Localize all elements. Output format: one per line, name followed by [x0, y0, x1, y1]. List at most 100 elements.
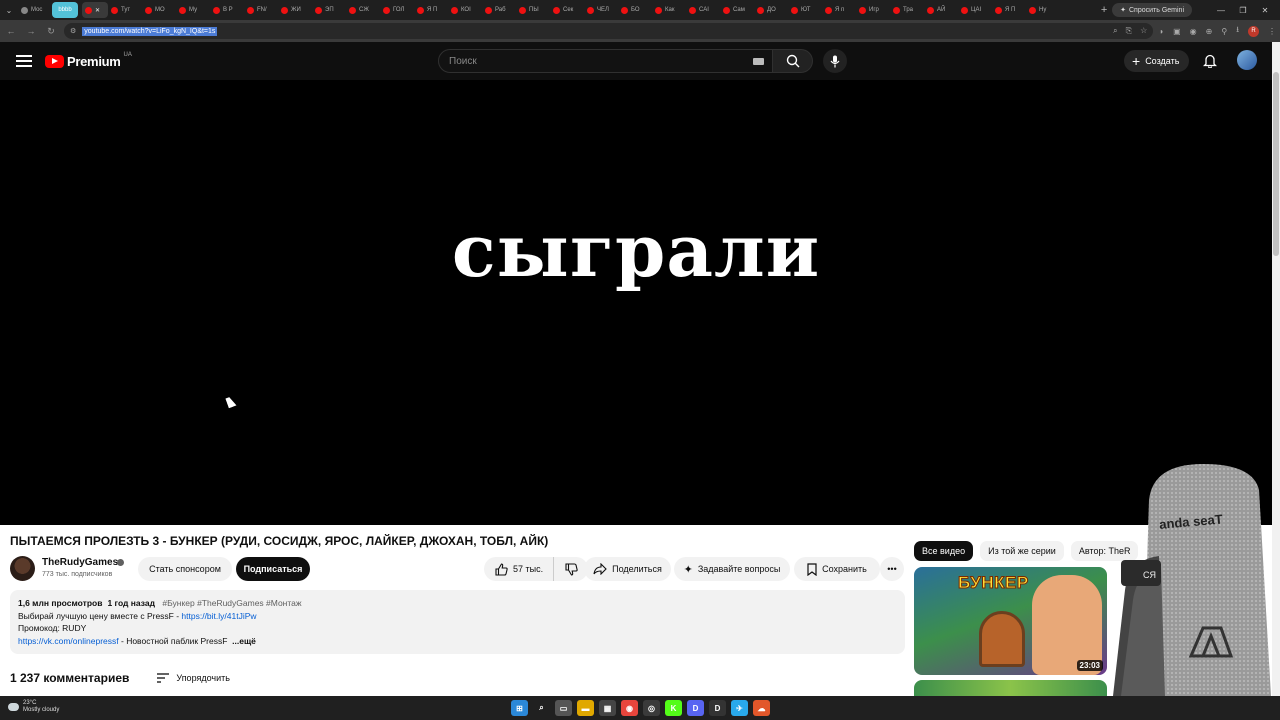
notifications-bell-icon[interactable]	[1203, 53, 1217, 68]
browser-tab[interactable]: ЭП	[312, 2, 346, 18]
cloud-app-icon[interactable]: ☁	[753, 700, 770, 716]
hashtags[interactable]: #Бункер #TheRudyGames #Монтаж	[162, 598, 301, 608]
dislike-button[interactable]	[554, 562, 588, 576]
telegram-icon[interactable]: ✈	[731, 700, 748, 716]
browser-tab[interactable]: ЧЕЛ	[584, 2, 618, 18]
discord-icon[interactable]: D	[687, 700, 704, 716]
video-player[interactable]: сыграли	[0, 80, 1272, 525]
ask-questions-button[interactable]: ✦ Задавайте вопросы	[674, 557, 790, 581]
browser-tab[interactable]: ГОЛ	[380, 2, 414, 18]
browser-tab[interactable]: ЖИ	[278, 2, 312, 18]
search-icon[interactable]: ⌕	[533, 700, 550, 716]
chip-all-videos[interactable]: Все видео	[914, 541, 974, 561]
recommended-video-thumbnail[interactable]	[914, 680, 1107, 696]
weather-widget[interactable]: 23°C Mostly cloudy	[8, 700, 59, 714]
keyboard-icon[interactable]	[753, 58, 764, 65]
browser-tab[interactable]: FN/	[244, 2, 278, 18]
browser-tab[interactable]: Сек	[550, 2, 584, 18]
browser-tab[interactable]: КОІ	[448, 2, 482, 18]
description-link[interactable]: https://vk.com/onlinepressf	[18, 636, 119, 646]
show-more-button[interactable]: ...ещё	[232, 636, 256, 646]
like-button[interactable]: 57 тыс.	[484, 557, 554, 581]
description-link[interactable]: https://bit.ly/41tJiPw	[181, 611, 256, 621]
browser-tab[interactable]: ЮТ	[788, 2, 822, 18]
forward-icon[interactable]: →	[24, 26, 38, 36]
browser-tab[interactable]: МО	[142, 2, 176, 18]
more-menu-icon[interactable]: ⋮	[1268, 27, 1276, 36]
store-icon[interactable]: ▦	[599, 700, 616, 716]
extension-icon[interactable]: ◉	[1190, 27, 1197, 36]
browser-tab[interactable]: БО	[618, 2, 652, 18]
ask-gemini-button[interactable]: ✦ Спросить Gemini	[1112, 3, 1192, 17]
sort-button[interactable]: Упорядочить	[157, 673, 230, 683]
browser-tab[interactable]: Игр	[856, 2, 890, 18]
browser-tab[interactable]: Тра	[890, 2, 924, 18]
browser-tab[interactable]: Раб	[482, 2, 516, 18]
active-tab[interactable]: ✕	[82, 2, 108, 18]
puzzle-icon[interactable]: ⚲	[1221, 27, 1227, 36]
search-button[interactable]	[773, 49, 813, 73]
kick-icon[interactable]: K	[665, 700, 682, 716]
channel-avatar[interactable]	[10, 556, 35, 581]
minimize-icon[interactable]: —	[1210, 6, 1232, 15]
bookmark-star-icon[interactable]: ☆	[1140, 26, 1147, 36]
browser-tab[interactable]: bbbb	[52, 2, 78, 18]
browser-tab[interactable]: В Р	[210, 2, 244, 18]
install-icon[interactable]: ⎘	[1126, 26, 1132, 36]
address-bar[interactable]: ⚙ youtube.com/watch?v=LiFo_kgN_IQ&t=1s ⌕…	[64, 23, 1154, 39]
recommended-video-thumbnail[interactable]: БУНКЕР 23:03	[914, 567, 1107, 675]
site-info-icon[interactable]: ⚙	[70, 27, 76, 35]
voice-search-button[interactable]	[823, 49, 847, 73]
search-input[interactable]: Поиск	[438, 49, 773, 73]
extension-icon[interactable]: ▣	[1173, 27, 1181, 36]
close-tab-icon[interactable]: ✕	[95, 7, 100, 14]
file-explorer-icon[interactable]: ▬	[577, 700, 594, 716]
browser-tab[interactable]: Как	[652, 2, 686, 18]
browser-tab[interactable]: Ну	[1026, 2, 1060, 18]
share-button[interactable]: Поделиться	[584, 557, 671, 581]
browser-tab[interactable]: Мос	[18, 2, 52, 18]
save-button[interactable]: Сохранить	[794, 557, 880, 581]
windows-start-icon[interactable]: ⊞	[511, 700, 528, 716]
chip-same-series[interactable]: Из той же серии	[980, 541, 1064, 561]
extension-icon[interactable]: ◗	[1159, 27, 1164, 36]
account-avatar[interactable]	[1237, 50, 1257, 70]
browser-tab[interactable]: ЦАІ	[958, 2, 992, 18]
back-icon[interactable]: ←	[4, 26, 18, 36]
join-button[interactable]: Стать спонсором	[138, 557, 232, 581]
browser-tab[interactable]: ДО	[754, 2, 788, 18]
subscribe-button[interactable]: Подписаться	[236, 557, 310, 581]
profile-avatar[interactable]: R	[1248, 25, 1259, 37]
browser-tab[interactable]: Я п	[822, 2, 856, 18]
create-button[interactable]: + Создать	[1124, 50, 1190, 72]
url-text[interactable]: youtube.com/watch?v=LiFo_kgN_IQ&t=1s	[82, 26, 218, 36]
browser-tab[interactable]: САІ	[686, 2, 720, 18]
davinci-icon[interactable]: D	[709, 700, 726, 716]
scrollbar-thumb[interactable]	[1273, 72, 1279, 256]
chrome-icon[interactable]: ◉	[621, 700, 638, 716]
extension-icon[interactable]: ⊕	[1206, 27, 1213, 36]
more-actions-icon[interactable]: •••	[880, 557, 904, 581]
browser-tab[interactable]: Му	[176, 2, 210, 18]
reload-icon[interactable]: ↻	[44, 26, 58, 37]
close-icon[interactable]: ✕	[1254, 6, 1276, 15]
description-box[interactable]: 1,6 млн просмотров 1 год назад #Бункер #T…	[10, 590, 905, 654]
youtube-logo[interactable]: Premium UA	[45, 52, 132, 69]
channel-name[interactable]: TheRudyGames	[42, 557, 118, 568]
browser-tab[interactable]: СЖ	[346, 2, 380, 18]
menu-icon[interactable]	[16, 55, 32, 67]
browser-tab[interactable]: АЙ	[924, 2, 958, 18]
browser-tab[interactable]: Сам	[720, 2, 754, 18]
browser-tab[interactable]: ПЫ	[516, 2, 550, 18]
restore-icon[interactable]: ❐	[1232, 6, 1254, 15]
app-icon[interactable]: ◎	[643, 700, 660, 716]
zoom-icon[interactable]: ⌕	[1113, 26, 1117, 36]
browser-tab[interactable]: Я П	[414, 2, 448, 18]
download-icon[interactable]: ⭳	[1236, 24, 1239, 38]
chevron-down-icon[interactable]: ⌄	[0, 0, 18, 20]
browser-tab[interactable]: Тут	[108, 2, 142, 18]
task-view-icon[interactable]: ▭	[555, 700, 572, 716]
new-tab-button[interactable]: +	[1096, 4, 1112, 16]
like-dislike-group: 57 тыс.	[484, 557, 588, 581]
browser-tab[interactable]: Я П	[992, 2, 1026, 18]
